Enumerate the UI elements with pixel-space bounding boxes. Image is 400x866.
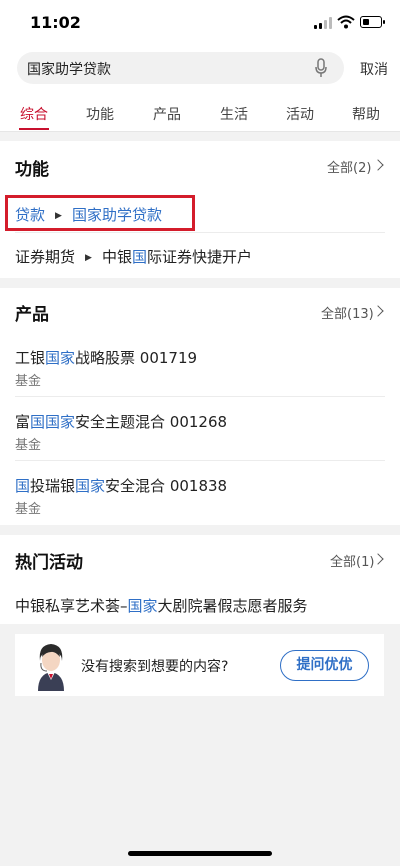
tab-all[interactable]: 综合	[20, 104, 48, 124]
tab-help[interactable]: 帮助	[352, 104, 380, 124]
battery-icon	[360, 16, 385, 28]
home-indicator[interactable]	[128, 851, 272, 856]
features-more-link[interactable]: 全部(2)	[327, 157, 371, 176]
product-type: 基金	[15, 374, 42, 389]
product-name: 富国国家安全主题混合 001268	[15, 413, 228, 431]
activities-title: 热门活动	[15, 553, 83, 573]
tab-features[interactable]: 功能	[86, 104, 114, 124]
products-more-link[interactable]: 全部(13)	[321, 303, 374, 322]
tab-products[interactable]: 产品	[153, 104, 181, 124]
ask-question-button[interactable]: 提问优优	[280, 650, 369, 681]
ask-assistant-card: 没有搜索到想要的内容? 提问优优	[15, 634, 384, 696]
product-type: 基金	[15, 502, 42, 517]
wifi-icon	[337, 15, 355, 29]
highlight-annotation-box	[5, 195, 195, 231]
cellular-signal-icon	[314, 17, 332, 29]
products-title: 产品	[15, 305, 49, 325]
status-time: 11:02	[30, 13, 81, 32]
chevron-right-icon[interactable]	[372, 305, 384, 317]
microphone-icon[interactable]	[314, 58, 328, 78]
features-title: 功能	[15, 160, 49, 180]
product-name: 工银国家战略股票 001719	[15, 349, 198, 367]
search-query[interactable]: 国家助学贷款	[27, 59, 111, 79]
chevron-right-icon[interactable]	[372, 159, 384, 171]
tab-activities[interactable]: 活动	[286, 104, 314, 124]
feature-item-securities[interactable]: 证券期货 ▶ 中银国际证券快捷开户	[15, 246, 252, 267]
assistant-avatar-icon	[38, 644, 64, 691]
tab-life[interactable]: 生活	[220, 104, 248, 124]
help-prompt-text: 没有搜索到想要的内容?	[81, 659, 229, 675]
feature-parent: 证券期货	[15, 248, 76, 266]
status-bar: 11:02	[0, 0, 400, 44]
activity-item[interactable]: 中银私享艺术荟–国家大剧院暑假志愿者服务	[15, 595, 308, 616]
product-type: 基金	[15, 438, 42, 453]
activities-section: 热门活动 全部(1) 中银私享艺术荟–国家大剧院暑假志愿者服务	[0, 535, 400, 624]
product-name: 国投瑞银国家安全混合 001838	[15, 477, 228, 495]
products-section: 产品 全部(13) 工银国家战略股票 001719 基金 富国国家安全主题混合 …	[0, 288, 400, 525]
search-bar: 国家助学贷款 取消	[0, 44, 400, 92]
triangle-right-icon: ▶	[85, 253, 92, 263]
active-tab-indicator	[19, 128, 49, 130]
search-input[interactable]: 国家助学贷款	[17, 52, 344, 84]
activities-more-link[interactable]: 全部(1)	[330, 551, 374, 570]
category-tabs: 综合 功能 产品 生活 活动 帮助	[0, 92, 400, 132]
cancel-button[interactable]: 取消	[360, 59, 388, 79]
